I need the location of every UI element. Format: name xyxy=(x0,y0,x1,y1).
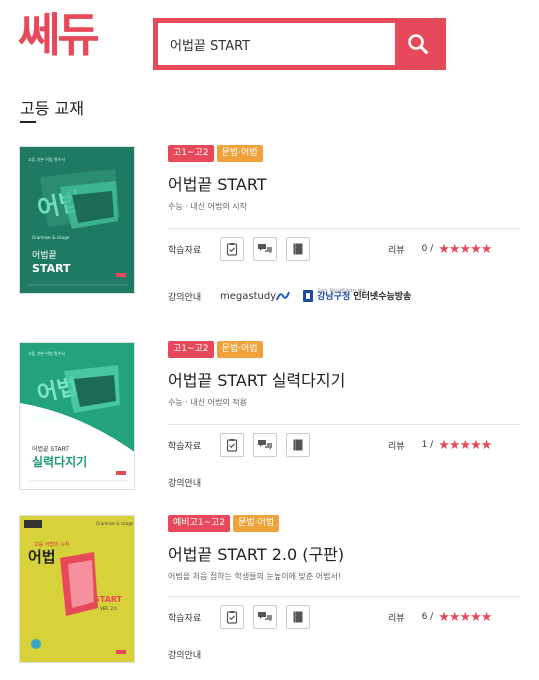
badge-group: 고1~고2 문법·어법 xyxy=(168,145,520,162)
svg-text:고등 기본 어법 필수서: 고등 기본 어법 필수서 xyxy=(28,350,65,356)
clipboard-check-icon xyxy=(226,243,238,256)
star-rating: ★★★★★ xyxy=(438,609,492,625)
grade-badge: 고1~고2 xyxy=(168,341,214,358)
book-icon xyxy=(293,611,303,623)
svg-text:VER. 2.0: VER. 2.0 xyxy=(100,606,117,611)
svg-text:Grammar & Usage: Grammar & Usage xyxy=(96,521,134,526)
badge-group: 예비고1~고2 문법·어법 xyxy=(168,515,520,532)
review-area: 리뷰 6 / ★★★★★ xyxy=(388,597,492,637)
ebs-gangnam-link[interactable]: 공부는 혁신 네트워크는 연대 강남구청 인터넷수능방송 xyxy=(302,288,412,303)
cover-art: 고등 기본 어법 필수서 어법 Grammar & Usage 어법끝 STAR… xyxy=(20,343,134,489)
book-title[interactable]: 어법끝 START 실력다지기 xyxy=(168,367,520,391)
megastudy-logo: megastudy xyxy=(220,290,277,302)
book-info: 고1~고2 문법·어법 어법끝 START 수능 · 내신 어법의 시작 학습자… xyxy=(168,145,520,311)
svg-text:어법끝 START: 어법끝 START xyxy=(32,445,69,453)
book-description: 수능 · 내신 어법의 적용 xyxy=(168,398,247,407)
book-cover[interactable]: Grammar & Usage 고등 어법의 시작 어법 START VER. … xyxy=(19,515,135,663)
svg-text:고등 어법의 시작: 고등 어법의 시작 xyxy=(34,541,70,548)
book-cover[interactable]: 고등 기본 어법 필수서 어법 Grammar & Usage 어법끝 STAR… xyxy=(19,342,135,490)
lecture-label: 강의안내 xyxy=(168,478,202,489)
answer-check-button[interactable] xyxy=(220,433,244,457)
qna-button[interactable] xyxy=(253,237,277,261)
book-info: 고1~고2 문법·어법 어법끝 START 실력다지기 수능 · 내신 어법의 … xyxy=(168,341,520,497)
cover-art: 고등 기본 어법 필수서 어법 Grammar & Usage 어법끝 STAR… xyxy=(20,147,134,293)
subject-badge: 문법·어법 xyxy=(233,515,280,532)
subject-badge: 문법·어법 xyxy=(216,145,263,162)
chat-bubbles-icon xyxy=(258,440,272,450)
svg-text:START: START xyxy=(94,595,123,604)
cover-art: Grammar & Usage 고등 어법의 시작 어법 START VER. … xyxy=(20,516,134,662)
grade-badge: 예비고1~고2 xyxy=(168,515,231,532)
book-title[interactable]: 어법끝 START xyxy=(168,171,520,195)
review-count: 6 / xyxy=(421,612,434,622)
chat-bubbles-icon xyxy=(258,612,272,622)
subject-badge: 문법·어법 xyxy=(216,341,263,358)
search-button[interactable] xyxy=(395,23,441,65)
qna-button[interactable] xyxy=(253,433,277,457)
svg-text:어법끝: 어법끝 xyxy=(32,250,57,261)
materials-label: 학습자료 xyxy=(168,245,202,256)
book-info: 예비고1~고2 문법·어법 어법끝 START 2.0 (구판) 어법을 처음 … xyxy=(168,515,520,669)
svg-text:고등 기본 어법 필수서: 고등 기본 어법 필수서 xyxy=(28,156,65,162)
megastudy-swoosh-icon xyxy=(276,291,291,301)
review-count: 0 / xyxy=(421,244,434,254)
materials-label: 학습자료 xyxy=(168,441,202,452)
grade-badge: 고1~고2 xyxy=(168,145,214,162)
lecture-label: 강의안내 xyxy=(168,292,202,303)
review-area: 리뷰 1 / ★★★★★ xyxy=(388,425,492,465)
book-icon xyxy=(293,439,303,451)
answer-check-button[interactable] xyxy=(220,237,244,261)
answer-check-button[interactable] xyxy=(220,605,244,629)
section-title: 고등 교재 xyxy=(20,99,84,118)
lecture-row: 강의안내 xyxy=(168,639,520,669)
clipboard-check-icon xyxy=(226,611,238,624)
clipboard-check-icon xyxy=(226,439,238,452)
materials-row: 학습자료 리뷰 6 / ★★★★★ xyxy=(168,597,520,637)
megastudy-link[interactable]: megastudy xyxy=(220,290,291,302)
review-label: 리뷰 xyxy=(388,245,405,256)
svg-text:Grammar & Usage: Grammar & Usage xyxy=(32,235,70,240)
ebs-name: 강남구청 인터넷수능방송 xyxy=(317,292,412,303)
book-title[interactable]: 어법끝 START 2.0 (구판) xyxy=(168,541,520,565)
chat-bubbles-icon xyxy=(258,244,272,254)
star-rating: ★★★★★ xyxy=(438,241,492,257)
svg-text:실력다지기: 실력다지기 xyxy=(32,454,87,469)
book-material-button[interactable] xyxy=(286,605,310,629)
lecture-row: 강의안내 xyxy=(168,467,520,497)
qna-button[interactable] xyxy=(253,605,277,629)
svg-text:Grammar & Usage: Grammar & Usage xyxy=(32,415,70,420)
badge-group: 고1~고2 문법·어법 xyxy=(168,341,520,358)
search-input[interactable] xyxy=(158,23,395,65)
book-description: 수능 · 내신 어법의 시작 xyxy=(168,202,247,211)
search-icon xyxy=(408,34,428,54)
ceedu-logo[interactable]: 쎄듀 xyxy=(18,12,100,58)
ebs-logo-icon xyxy=(303,290,314,302)
book-cover[interactable]: 고등 기본 어법 필수서 어법 Grammar & Usage 어법끝 STAR… xyxy=(19,146,135,294)
lecture-label: 강의안내 xyxy=(168,650,202,661)
book-material-button[interactable] xyxy=(286,433,310,457)
search-box xyxy=(153,18,446,70)
star-rating: ★★★★★ xyxy=(438,437,492,453)
svg-text:START: START xyxy=(32,262,71,275)
svg-text:어법: 어법 xyxy=(28,548,56,566)
lecture-row: 강의안내 megastudy 공부는 혁신 네트워크는 연대 강남구청 인터넷수… xyxy=(168,281,520,311)
book-description: 어법을 처음 접하는 학생들의 눈높이에 맞춘 어법서! xyxy=(168,572,342,581)
book-material-button[interactable] xyxy=(286,237,310,261)
book-icon xyxy=(293,243,303,255)
header: 쎄듀 xyxy=(0,0,539,80)
materials-row: 학습자료 리뷰 0 / ★★★★★ xyxy=(168,229,520,269)
review-label: 리뷰 xyxy=(388,441,405,452)
review-area: 리뷰 0 / ★★★★★ xyxy=(388,229,492,269)
materials-label: 학습자료 xyxy=(168,613,202,624)
materials-row: 학습자료 리뷰 1 / ★★★★★ xyxy=(168,425,520,465)
section-underline xyxy=(20,121,36,123)
review-count: 1 / xyxy=(421,440,434,450)
review-label: 리뷰 xyxy=(388,613,405,624)
